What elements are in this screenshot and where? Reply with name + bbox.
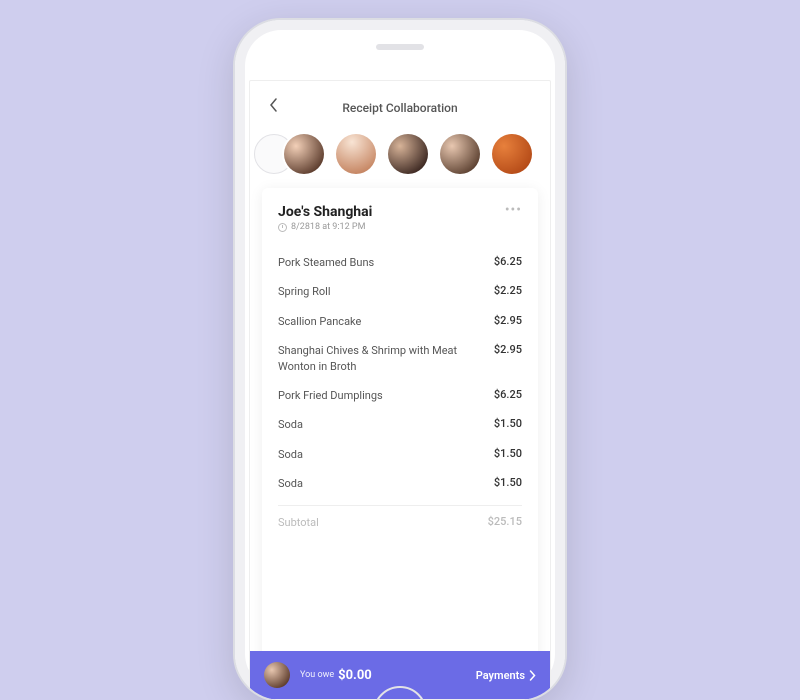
page-title: Receipt Collaboration <box>250 101 550 115</box>
item-price: $2.25 <box>494 284 522 297</box>
timestamp-text: 8/2818 at 9:12 PM <box>291 222 365 232</box>
item-name: Scallion Pancake <box>278 314 494 329</box>
item-price: $2.95 <box>494 343 522 356</box>
screen: Receipt Collaboration Joe's Shanghai •••… <box>249 80 551 700</box>
item-name: Pork Steamed Buns <box>278 255 494 270</box>
item-price: $1.50 <box>494 417 522 430</box>
chevron-right-icon <box>529 670 536 681</box>
line-item[interactable]: Scallion Pancake$2.95 <box>278 307 522 336</box>
item-price: $6.25 <box>494 388 522 401</box>
item-name: Shanghai Chives & Shrimp with Meat Wonto… <box>278 343 494 374</box>
line-item[interactable]: Spring Roll$2.25 <box>278 277 522 306</box>
line-item[interactable]: Shanghai Chives & Shrimp with Meat Wonto… <box>278 336 522 381</box>
store-name: Joe's Shanghai <box>278 204 372 220</box>
line-item[interactable]: Soda$1.50 <box>278 410 522 439</box>
item-price: $6.25 <box>494 255 522 268</box>
owe-amount: $0.00 <box>338 668 372 683</box>
item-name: Pork Fried Dumplings <box>278 388 494 403</box>
item-name: Soda <box>278 417 494 432</box>
line-item[interactable]: Pork Steamed Buns$6.25 <box>278 248 522 277</box>
payments-button[interactable]: Payments <box>476 669 536 682</box>
subtotal-value: $25.15 <box>488 515 522 528</box>
receipt-timestamp: 8/2818 at 9:12 PM <box>278 222 522 232</box>
item-price: $1.50 <box>494 447 522 460</box>
clock-icon <box>278 223 287 232</box>
more-button[interactable]: ••• <box>505 202 522 218</box>
line-item[interactable]: Soda$1.50 <box>278 469 522 498</box>
collaborator-avatar[interactable] <box>388 134 428 174</box>
collaborator-avatar[interactable] <box>492 134 532 174</box>
line-item[interactable]: Soda$1.50 <box>278 440 522 469</box>
subtotal-label: Subtotal <box>278 515 488 530</box>
back-button[interactable] <box>262 95 284 120</box>
item-name: Soda <box>278 476 494 491</box>
collaborator-avatar[interactable] <box>284 134 324 174</box>
owe-label: You owe <box>300 670 334 680</box>
item-price: $1.50 <box>494 476 522 489</box>
chevron-left-icon <box>268 97 278 113</box>
collaborator-avatar[interactable] <box>440 134 480 174</box>
divider <box>278 505 522 506</box>
item-price: $2.95 <box>494 314 522 327</box>
item-name: Soda <box>278 447 494 462</box>
phone-frame: Receipt Collaboration Joe's Shanghai •••… <box>235 20 565 700</box>
collaborator-avatar[interactable] <box>336 134 376 174</box>
header: Receipt Collaboration <box>250 81 550 130</box>
user-avatar[interactable] <box>264 662 290 688</box>
receipt-card: Joe's Shanghai ••• 8/2818 at 9:12 PM Por… <box>262 188 538 699</box>
collaborator-row <box>250 130 550 188</box>
payments-label: Payments <box>476 669 525 682</box>
line-items: Pork Steamed Buns$6.25Spring Roll$2.25Sc… <box>278 248 522 499</box>
subtotal-row: Subtotal $25.15 <box>278 508 522 537</box>
item-name: Spring Roll <box>278 284 494 299</box>
line-item[interactable]: Pork Fried Dumplings$6.25 <box>278 381 522 410</box>
